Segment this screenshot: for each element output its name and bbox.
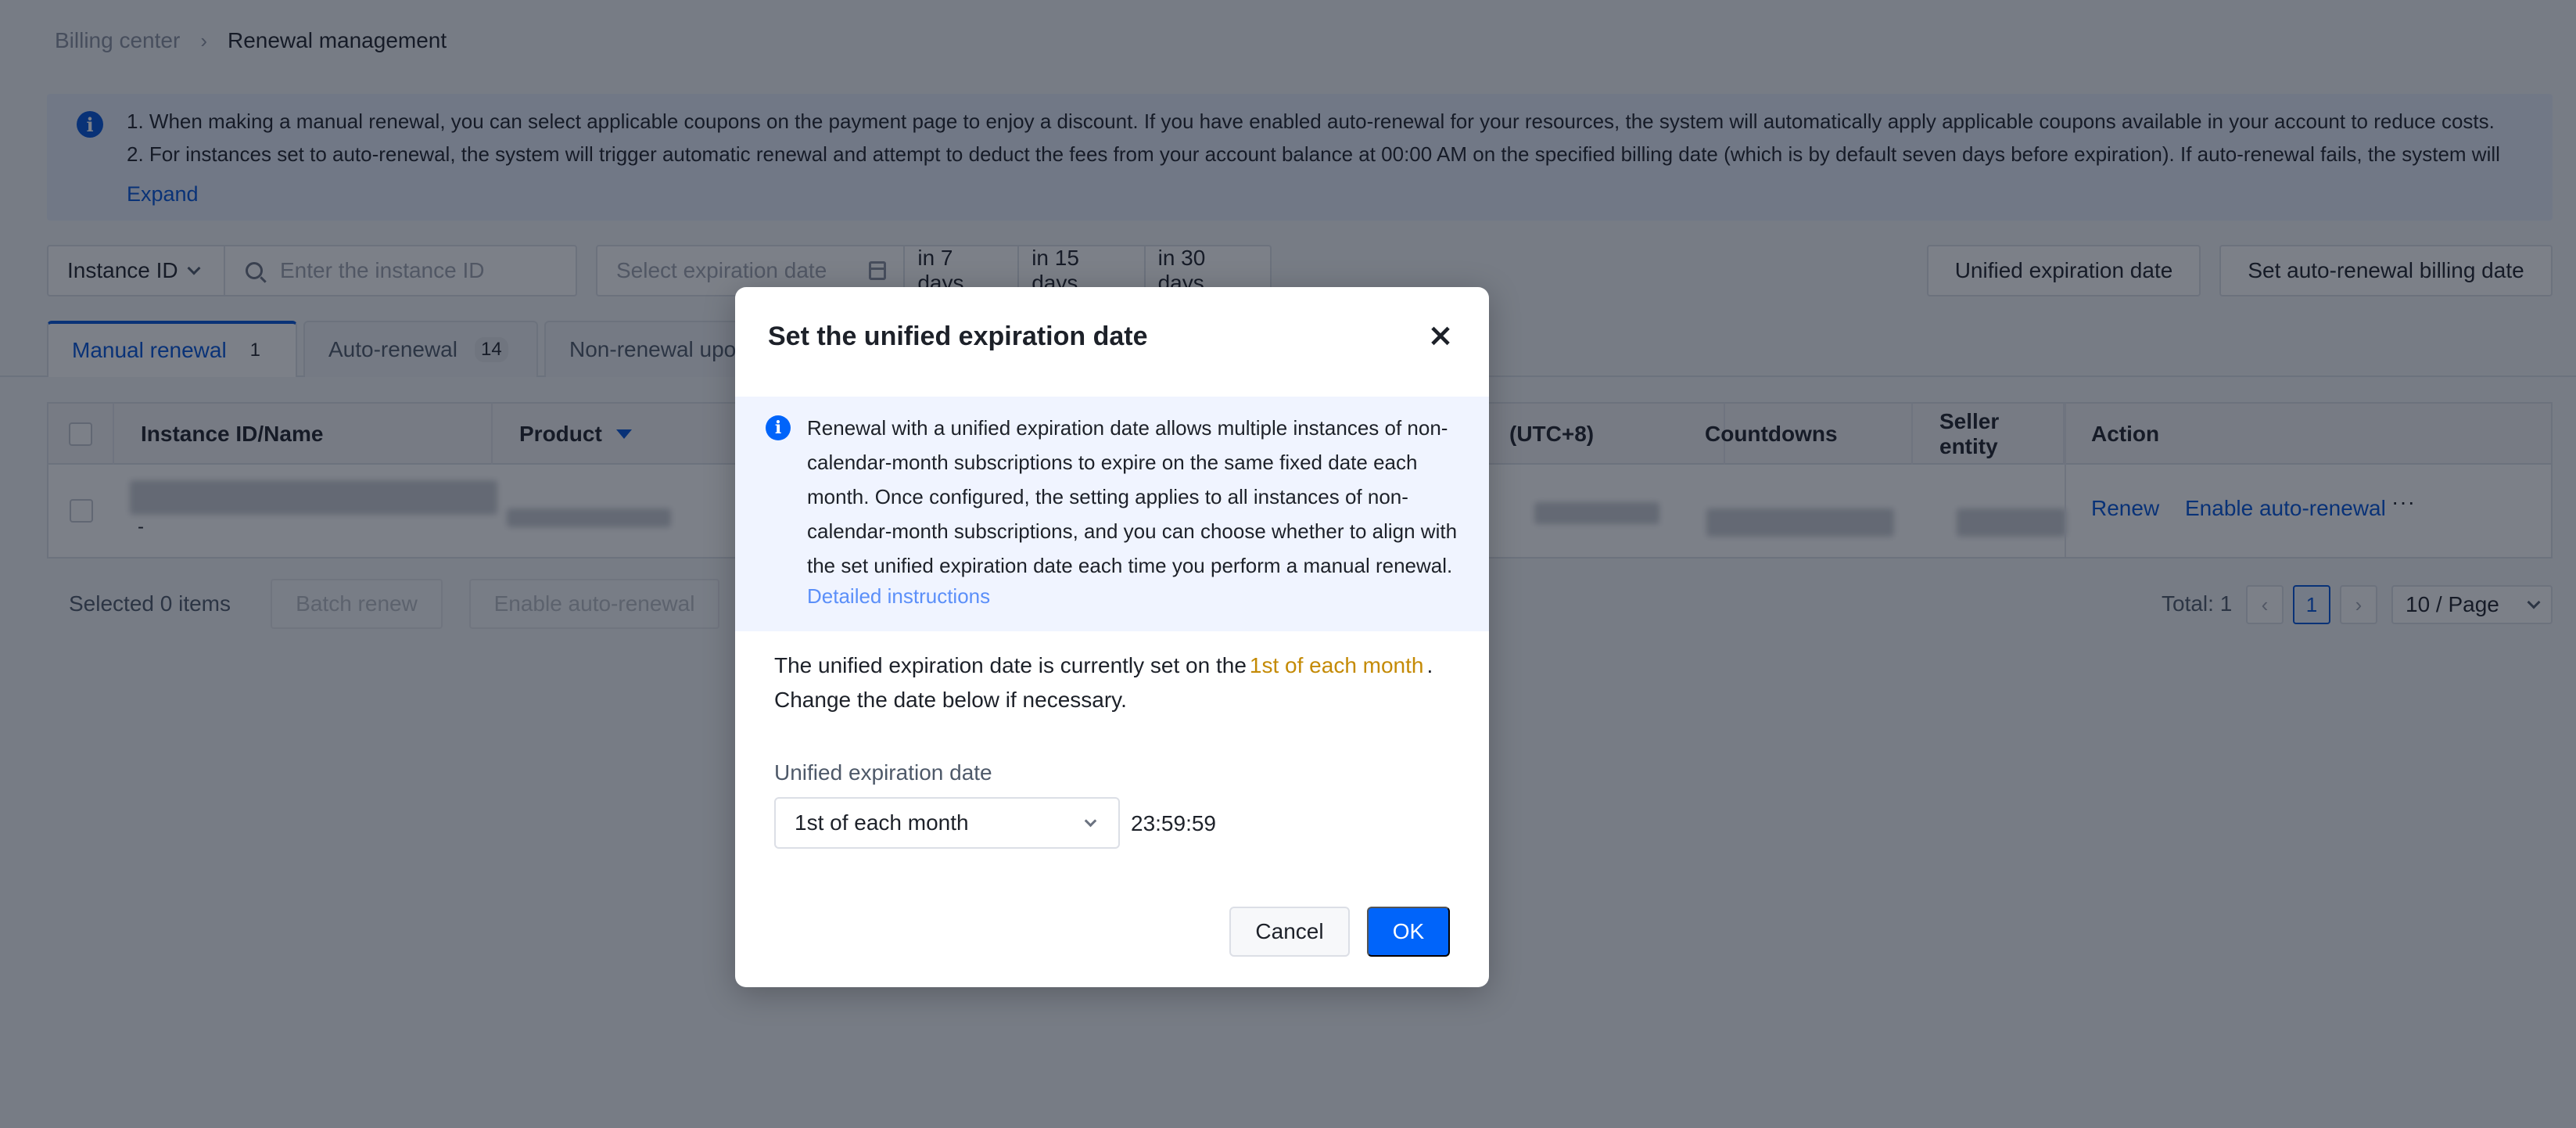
- dialog-title: Set the unified expiration date: [768, 322, 1148, 351]
- unified-date-value: 1st of each month: [795, 810, 969, 835]
- chevron-down-icon: [1084, 814, 1097, 827]
- unified-date-select[interactable]: 1st of each month: [774, 797, 1120, 849]
- status-suffix: .: [1426, 653, 1433, 677]
- status-line-2: Change the date below if necessary.: [774, 688, 1127, 712]
- unified-expiration-date-dialog: Set the unified expiration date × i Rene…: [735, 287, 1489, 987]
- current-setting-text: The unified expiration date is currently…: [774, 648, 1462, 717]
- dialog-info-text: Renewal with a unified expiration date a…: [807, 416, 1458, 577]
- detailed-instructions-link[interactable]: Detailed instructions: [807, 584, 990, 609]
- expiration-time-value: 23:59:59: [1131, 811, 1216, 835]
- close-icon[interactable]: ×: [1423, 318, 1458, 354]
- ok-button[interactable]: OK: [1367, 907, 1450, 957]
- info-icon: i: [766, 415, 791, 440]
- cancel-button[interactable]: Cancel: [1229, 907, 1350, 957]
- current-date-highlight: 1st of each month: [1249, 653, 1424, 677]
- status-prefix: The unified expiration date is currently…: [774, 653, 1247, 677]
- unified-date-label: Unified expiration date: [774, 760, 992, 785]
